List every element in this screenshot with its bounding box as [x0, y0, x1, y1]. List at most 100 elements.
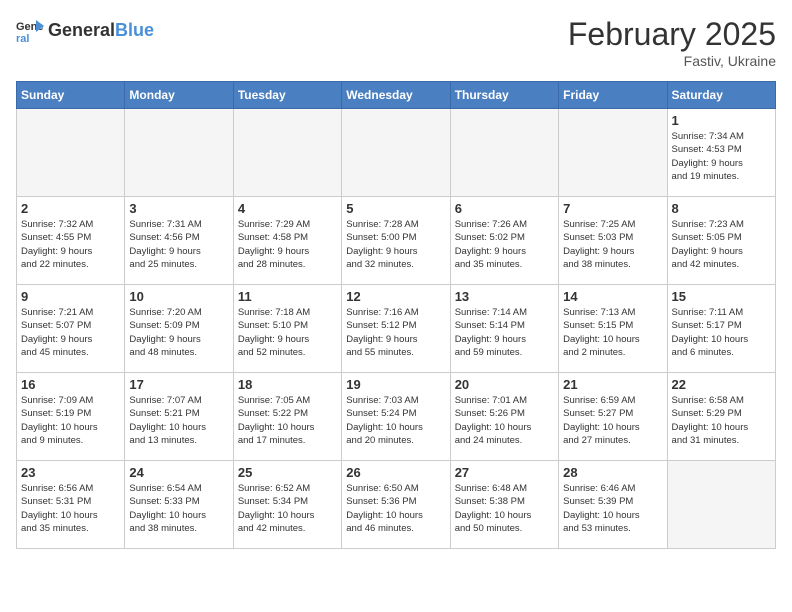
calendar-cell: 24 Sunrise: 6:54 AM Sunset: 5:33 PM Dayli… [125, 461, 233, 549]
calendar-cell: 11 Sunrise: 7:18 AM Sunset: 5:10 PM Dayli… [233, 285, 341, 373]
calendar-cell: 21Sunrise: 6:59 AM Sunset: 5:27 PM Dayli… [559, 373, 667, 461]
day-header-sunday: Sunday [17, 82, 125, 109]
day-number: 4 [238, 201, 337, 216]
calendar-title: February 2025 [568, 16, 776, 53]
day-info: Sunrise: 7:03 AM Sunset: 5:24 PM Dayligh… [346, 394, 445, 447]
day-number: 10 [129, 289, 228, 304]
day-info: Sunrise: 7:14 AM Sunset: 5:14 PM Dayligh… [455, 306, 554, 359]
calendar-cell: 7 Sunrise: 7:25 AM Sunset: 5:03 PM Daylig… [559, 197, 667, 285]
logo-blue-text: Blue [115, 20, 154, 40]
day-number: 24 [129, 465, 228, 480]
day-info: Sunrise: 7:01 AM Sunset: 5:26 PM Dayligh… [455, 394, 554, 447]
day-info: Sunrise: 6:48 AM Sunset: 5:38 PM Dayligh… [455, 482, 554, 535]
day-info: Sunrise: 7:11 AM Sunset: 5:17 PM Dayligh… [672, 306, 771, 359]
day-number: 15 [672, 289, 771, 304]
calendar-cell: 1 Sunrise: 7:34 AM Sunset: 4:53 PM Daylig… [667, 109, 775, 197]
day-info: Sunrise: 6:52 AM Sunset: 5:34 PM Dayligh… [238, 482, 337, 535]
calendar-cell: 28 Sunrise: 6:46 AM Sunset: 5:39 PM Dayli… [559, 461, 667, 549]
day-info: Sunrise: 7:13 AM Sunset: 5:15 PM Dayligh… [563, 306, 662, 359]
day-number: 2 [21, 201, 120, 216]
calendar-cell: 8 Sunrise: 7:23 AM Sunset: 5:05 PM Daylig… [667, 197, 775, 285]
day-info: Sunrise: 7:34 AM Sunset: 4:53 PM Dayligh… [672, 130, 771, 183]
calendar-week-5: 23 Sunrise: 6:56 AM Sunset: 5:31 PM Dayli… [17, 461, 776, 549]
calendar-cell: 12 Sunrise: 7:16 AM Sunset: 5:12 PM Dayli… [342, 285, 450, 373]
calendar-week-2: 2 Sunrise: 7:32 AM Sunset: 4:55 PM Daylig… [17, 197, 776, 285]
calendar-subtitle: Fastiv, Ukraine [568, 53, 776, 69]
day-info: Sunrise: 7:28 AM Sunset: 5:00 PM Dayligh… [346, 218, 445, 271]
day-info: Sunrise: 7:23 AM Sunset: 5:05 PM Dayligh… [672, 218, 771, 271]
day-info: Sunrise: 7:16 AM Sunset: 5:12 PM Dayligh… [346, 306, 445, 359]
day-info: Sunrise: 7:09 AM Sunset: 5:19 PM Dayligh… [21, 394, 120, 447]
calendar-cell: 3Sunrise: 7:31 AM Sunset: 4:56 PM Daylig… [125, 197, 233, 285]
logo: Gene ral GeneralBlue [16, 16, 154, 44]
calendar-cell: 14 Sunrise: 7:13 AM Sunset: 5:15 PM Dayli… [559, 285, 667, 373]
calendar-week-1: 1 Sunrise: 7:34 AM Sunset: 4:53 PM Daylig… [17, 109, 776, 197]
calendar-cell [125, 109, 233, 197]
day-header-monday: Monday [125, 82, 233, 109]
calendar-cell: 19 Sunrise: 7:03 AM Sunset: 5:24 PM Dayli… [342, 373, 450, 461]
day-number: 12 [346, 289, 445, 304]
calendar-week-3: 9 Sunrise: 7:21 AM Sunset: 5:07 PM Daylig… [17, 285, 776, 373]
day-number: 9 [21, 289, 120, 304]
day-number: 8 [672, 201, 771, 216]
day-number: 16 [21, 377, 120, 392]
day-number: 11 [238, 289, 337, 304]
svg-text:ral: ral [16, 33, 29, 44]
calendar-cell: 26 Sunrise: 6:50 AM Sunset: 5:36 PM Dayli… [342, 461, 450, 549]
day-number: 23 [21, 465, 120, 480]
day-info: Sunrise: 6:46 AM Sunset: 5:39 PM Dayligh… [563, 482, 662, 535]
calendar-cell [233, 109, 341, 197]
day-number: 14 [563, 289, 662, 304]
day-header-saturday: Saturday [667, 82, 775, 109]
calendar-week-4: 16 Sunrise: 7:09 AM Sunset: 5:19 PM Dayli… [17, 373, 776, 461]
calendar-cell: 16 Sunrise: 7:09 AM Sunset: 5:19 PM Dayli… [17, 373, 125, 461]
day-info: Sunrise: 7:07 AM Sunset: 5:21 PM Dayligh… [129, 394, 228, 447]
day-number: 18 [238, 377, 337, 392]
day-number: 28 [563, 465, 662, 480]
calendar-cell: 17 Sunrise: 7:07 AM Sunset: 5:21 PM Dayli… [125, 373, 233, 461]
calendar-cell: 22 Sunrise: 6:58 AM Sunset: 5:29 PM Dayli… [667, 373, 775, 461]
day-number: 1 [672, 113, 771, 128]
day-number: 22 [672, 377, 771, 392]
day-number: 27 [455, 465, 554, 480]
day-number: 25 [238, 465, 337, 480]
day-info: Sunrise: 6:54 AM Sunset: 5:33 PM Dayligh… [129, 482, 228, 535]
calendar-cell: 13Sunrise: 7:14 AM Sunset: 5:14 PM Dayli… [450, 285, 558, 373]
day-info: Sunrise: 6:50 AM Sunset: 5:36 PM Dayligh… [346, 482, 445, 535]
title-block: February 2025 Fastiv, Ukraine [568, 16, 776, 69]
calendar-cell [450, 109, 558, 197]
page-header: Gene ral GeneralBlue February 2025 Fasti… [16, 16, 776, 69]
day-info: Sunrise: 6:58 AM Sunset: 5:29 PM Dayligh… [672, 394, 771, 447]
calendar-cell: 18Sunrise: 7:05 AM Sunset: 5:22 PM Dayli… [233, 373, 341, 461]
calendar-cell: 25 Sunrise: 6:52 AM Sunset: 5:34 PM Dayli… [233, 461, 341, 549]
calendar-table: SundayMondayTuesdayWednesdayThursdayFrid… [16, 81, 776, 549]
calendar-cell [559, 109, 667, 197]
day-info: Sunrise: 6:59 AM Sunset: 5:27 PM Dayligh… [563, 394, 662, 447]
day-info: Sunrise: 6:56 AM Sunset: 5:31 PM Dayligh… [21, 482, 120, 535]
day-number: 5 [346, 201, 445, 216]
calendar-cell: 6 Sunrise: 7:26 AM Sunset: 5:02 PM Daylig… [450, 197, 558, 285]
calendar-cell: 5 Sunrise: 7:28 AM Sunset: 5:00 PM Daylig… [342, 197, 450, 285]
calendar-cell: 9 Sunrise: 7:21 AM Sunset: 5:07 PM Daylig… [17, 285, 125, 373]
calendar-header-row: SundayMondayTuesdayWednesdayThursdayFrid… [17, 82, 776, 109]
day-header-tuesday: Tuesday [233, 82, 341, 109]
day-info: Sunrise: 7:25 AM Sunset: 5:03 PM Dayligh… [563, 218, 662, 271]
calendar-cell: 10Sunrise: 7:20 AM Sunset: 5:09 PM Dayli… [125, 285, 233, 373]
day-number: 20 [455, 377, 554, 392]
logo-icon: Gene ral [16, 16, 44, 44]
day-header-friday: Friday [559, 82, 667, 109]
day-number: 3 [129, 201, 228, 216]
calendar-cell [17, 109, 125, 197]
day-number: 17 [129, 377, 228, 392]
day-number: 7 [563, 201, 662, 216]
day-info: Sunrise: 7:26 AM Sunset: 5:02 PM Dayligh… [455, 218, 554, 271]
day-info: Sunrise: 7:18 AM Sunset: 5:10 PM Dayligh… [238, 306, 337, 359]
day-info: Sunrise: 7:21 AM Sunset: 5:07 PM Dayligh… [21, 306, 120, 359]
calendar-cell: 23 Sunrise: 6:56 AM Sunset: 5:31 PM Dayli… [17, 461, 125, 549]
day-number: 26 [346, 465, 445, 480]
day-number: 6 [455, 201, 554, 216]
day-number: 19 [346, 377, 445, 392]
day-info: Sunrise: 7:32 AM Sunset: 4:55 PM Dayligh… [21, 218, 120, 271]
calendar-cell: 20 Sunrise: 7:01 AM Sunset: 5:26 PM Dayli… [450, 373, 558, 461]
logo-general-text: General [48, 20, 115, 40]
